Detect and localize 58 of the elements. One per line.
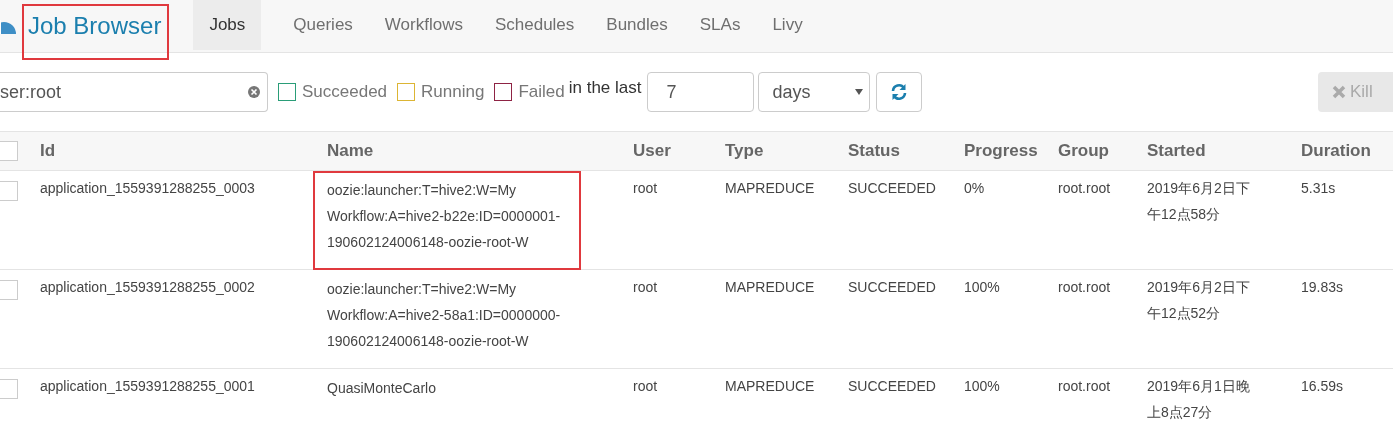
refresh-button[interactable] — [876, 72, 923, 112]
row-checkbox[interactable] — [0, 181, 18, 201]
table-cell-text: oozie:launcher:T=hive2:W=My Workflow:A=hive2-58a1:ID=0000000-190602124006148-oozie-root-W — [326, 280, 562, 351]
row-checkbox[interactable] — [0, 379, 18, 399]
checkbox-label: Succeeded — [302, 82, 388, 102]
table-cell: oozie:launcher:T=hive2:W=My Workflow:A=hive2-b22e:ID=0000001-190602124006148-oozie-root-W — [313, 171, 581, 270]
nav-tab[interactable]: Workflows — [384, 0, 495, 50]
nav-tab[interactable]: SLAs — [699, 0, 773, 50]
table-cell: 0% — [964, 180, 985, 196]
table-cell: SUCCEEDED — [848, 378, 936, 394]
table-cell-text: 2019年6月1日晚上8点27分 — [1147, 377, 1251, 422]
table-cell: root — [633, 279, 658, 295]
checkbox-label: Running — [421, 82, 485, 102]
app-title: Job Browser — [22, 4, 170, 60]
column-header[interactable]: Name — [327, 141, 374, 161]
table-cell: root.root — [1058, 180, 1111, 196]
status-checkbox[interactable] — [278, 83, 296, 101]
table-cell: root.root — [1058, 279, 1111, 295]
table-cell: MAPREDUCE — [725, 279, 815, 295]
checkbox-label: Failed — [518, 82, 565, 102]
nav-tab[interactable]: Bundles — [606, 0, 700, 50]
column-header[interactable]: Started — [1147, 141, 1206, 161]
table-cell: root — [633, 180, 658, 196]
column-header[interactable]: Id — [40, 141, 56, 161]
table-cell-text: 2019年6月2日下午12点52分 — [1147, 278, 1251, 323]
close-icon — [1332, 85, 1346, 99]
table-cell: 5.31s — [1301, 180, 1336, 196]
clear-icon[interactable] — [248, 86, 260, 98]
column-header[interactable]: Type — [725, 141, 764, 161]
time-label: in the last — [568, 78, 642, 98]
table-cell: 19.83s — [1301, 279, 1344, 295]
nav-tab[interactable]: Schedules — [494, 0, 607, 50]
table-cell: 100% — [964, 378, 1000, 394]
table-cell: 100% — [964, 279, 1000, 295]
nav-tab[interactable]: Jobs — [193, 0, 262, 50]
table-cell: application_1559391288255_0001 — [40, 378, 255, 394]
status-checkbox[interactable] — [494, 83, 513, 101]
nav-tab[interactable]: Livy — [772, 0, 835, 50]
table-cell: 16.59s — [1301, 378, 1344, 394]
unit-dropdown[interactable]: days — [758, 72, 871, 112]
table-cell: root.root — [1058, 378, 1111, 394]
table-cell: SUCCEEDED — [848, 279, 936, 295]
table-cell: application_1559391288255_0002 — [40, 279, 255, 295]
select-all-checkbox[interactable] — [0, 141, 18, 161]
table-cell: MAPREDUCE — [725, 378, 815, 394]
caret-icon — [855, 89, 864, 95]
status-checkbox[interactable] — [397, 83, 416, 101]
nav-tab[interactable]: Queries — [293, 0, 385, 50]
number-field[interactable]: 7 — [647, 72, 755, 112]
refresh-icon — [890, 83, 909, 101]
table-cell: application_1559391288255_0003 — [40, 180, 255, 196]
table-cell: root — [633, 378, 658, 394]
row-checkbox[interactable] — [0, 280, 18, 300]
search-field[interactable]: ser:root — [0, 72, 268, 112]
table-cell-text: 2019年6月2日下午12点58分 — [1147, 179, 1251, 224]
table-cell-text: QuasiMonteCarlo — [326, 379, 437, 398]
table-cell: MAPREDUCE — [725, 180, 815, 196]
table-cell: SUCCEEDED — [848, 180, 936, 196]
